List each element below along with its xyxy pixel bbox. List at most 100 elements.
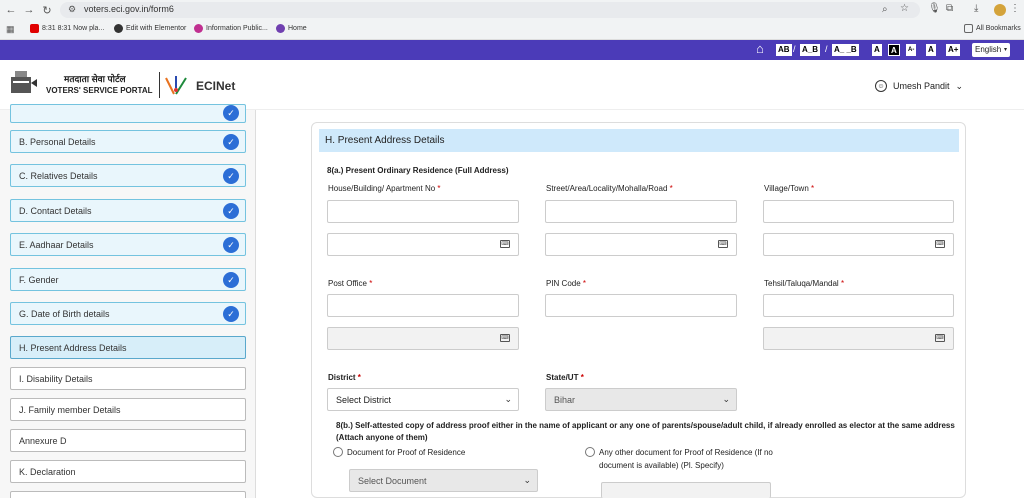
separator: / bbox=[825, 44, 828, 54]
site-info-icon[interactable]: ⚙ bbox=[68, 4, 76, 15]
sidebar-item-family[interactable]: J. Family member Details bbox=[10, 398, 246, 421]
font-btn-4[interactable]: A bbox=[872, 44, 882, 56]
subsection-a-title: 8(a.) Present Ordinary Residence (Full A… bbox=[327, 166, 509, 175]
post-office-label: Post Office * bbox=[328, 279, 373, 288]
pin-input[interactable] bbox=[545, 294, 737, 317]
street-input[interactable] bbox=[545, 200, 737, 223]
post-office-input[interactable] bbox=[327, 294, 519, 317]
bookmark-3[interactable]: Information Public... bbox=[194, 24, 268, 33]
profile-avatar[interactable] bbox=[994, 4, 1006, 16]
voters-portal-logo bbox=[7, 69, 39, 97]
user-menu[interactable]: ☺ Umesh Pandit ⌄ bbox=[875, 80, 963, 92]
district-select[interactable]: Select District ⌄ bbox=[327, 388, 519, 411]
tehsil-label: Tehsil/Taluqa/Mandal * bbox=[764, 279, 845, 288]
user-name: Umesh Pandit bbox=[893, 81, 950, 91]
subsection-b-title: 8(b.) Self-attested copy of address proo… bbox=[336, 421, 955, 430]
user-icon: ☺ bbox=[875, 80, 887, 92]
keyboard-icon[interactable]: ⌨ bbox=[718, 240, 728, 248]
keyboard-icon[interactable]: ⌨ bbox=[500, 240, 510, 248]
all-bookmarks[interactable]: All Bookmarks bbox=[964, 24, 1021, 33]
tehsil-regional-input[interactable]: ⌨ bbox=[763, 327, 954, 350]
check-icon: ✓ bbox=[223, 134, 239, 150]
url-text: voters.eci.gov.in/form6 bbox=[84, 4, 174, 14]
zoom-icon[interactable]: ⌕ bbox=[882, 4, 888, 15]
extensions-icon[interactable]: ⧉ bbox=[946, 3, 953, 14]
font-decrease[interactable]: A- bbox=[906, 44, 917, 56]
keyboard-icon[interactable]: ⌨ bbox=[500, 334, 510, 342]
sidebar-item-gender[interactable]: F. Gender ✓ bbox=[10, 268, 246, 291]
logo-hindi-text: मतदाता सेवा पोर्टल bbox=[64, 74, 126, 84]
sidebar-item-a[interactable]: ✓ bbox=[10, 104, 246, 123]
font-btn-3[interactable]: A_ _B bbox=[832, 44, 859, 56]
sidebar-item-contact[interactable]: D. Contact Details ✓ bbox=[10, 199, 246, 222]
house-label: House/Building/ Apartment No * bbox=[328, 184, 441, 193]
chevron-down-icon: ▾ bbox=[1003, 47, 1007, 53]
star-icon[interactable]: ☆ bbox=[900, 3, 909, 14]
bookmark-4[interactable]: Home bbox=[276, 24, 307, 33]
post-office-regional-input[interactable]: ⌨ bbox=[327, 327, 519, 350]
check-icon: ✓ bbox=[223, 203, 239, 219]
language-select[interactable]: English ▾ bbox=[972, 43, 1010, 57]
forward-icon[interactable]: → bbox=[22, 3, 36, 17]
accessibility-bar bbox=[0, 40, 1024, 60]
sidebar-item-dob[interactable]: G. Date of Birth details ✓ bbox=[10, 302, 246, 325]
check-icon: ✓ bbox=[223, 272, 239, 288]
youtube-icon bbox=[30, 24, 39, 33]
other-document-radio[interactable] bbox=[585, 447, 595, 457]
district-label: District * bbox=[328, 373, 361, 382]
keyboard-icon[interactable]: ⌨ bbox=[935, 334, 945, 342]
sidebar-item-relatives[interactable]: C. Relatives Details ✓ bbox=[10, 164, 246, 187]
chevron-down-icon: ⌄ bbox=[504, 394, 512, 404]
sidebar-item-next[interactable] bbox=[10, 491, 246, 498]
font-btn-2[interactable]: A_B bbox=[800, 44, 821, 56]
menu-icon[interactable]: ⋮ bbox=[1010, 3, 1020, 14]
sidebar-item-disability[interactable]: I. Disability Details bbox=[10, 367, 246, 390]
sidebar-item-present-address[interactable]: H. Present Address Details bbox=[10, 336, 246, 359]
street-label: Street/Area/Locality/Mohalla/Road * bbox=[546, 184, 673, 193]
village-input[interactable] bbox=[763, 200, 954, 223]
other-document-label-2: document is available) (Pl. Specify) bbox=[599, 461, 724, 470]
home-icon[interactable]: ⌂ bbox=[756, 42, 764, 56]
wordpress-icon bbox=[114, 24, 123, 33]
apps-icon[interactable]: ▦ bbox=[6, 24, 15, 35]
state-label: State/UT * bbox=[546, 373, 584, 382]
village-regional-input[interactable]: ⌨ bbox=[763, 233, 954, 256]
ecinet-logo bbox=[164, 74, 188, 96]
check-icon: ✓ bbox=[223, 105, 239, 121]
section-header: H. Present Address Details bbox=[319, 129, 959, 152]
document-select[interactable]: Select Document ⌄ bbox=[349, 469, 538, 492]
folder-icon bbox=[964, 24, 973, 33]
check-icon: ✓ bbox=[223, 306, 239, 322]
ecinet-title: ECINet bbox=[196, 79, 236, 93]
state-select[interactable]: Bihar ⌄ bbox=[545, 388, 737, 411]
address-bar[interactable] bbox=[60, 2, 920, 18]
sidebar-item-annexure-d[interactable]: Annexure D bbox=[10, 429, 246, 452]
sidebar-item-aadhaar[interactable]: E. Aadhaar Details ✓ bbox=[10, 233, 246, 256]
back-icon[interactable]: ← bbox=[4, 3, 18, 17]
tehsil-input[interactable] bbox=[763, 294, 954, 317]
download-icon[interactable]: ⤓ bbox=[974, 3, 978, 14]
font-normal[interactable]: A bbox=[926, 44, 936, 56]
site-header bbox=[0, 60, 1024, 110]
keyboard-icon[interactable]: ⌨ bbox=[935, 240, 945, 248]
mic-icon[interactable]: 🎙 bbox=[928, 3, 941, 14]
house-input[interactable] bbox=[327, 200, 519, 223]
sidebar-item-personal[interactable]: B. Personal Details ✓ bbox=[10, 130, 246, 153]
bookmark-1[interactable]: 8:31 8:31 Now pla... bbox=[30, 24, 104, 33]
chevron-down-icon: ⌄ bbox=[722, 394, 730, 404]
separator: / bbox=[793, 44, 796, 54]
font-btn-1[interactable]: AB bbox=[776, 44, 792, 56]
chevron-down-icon: ⌄ bbox=[955, 80, 964, 91]
info-icon bbox=[194, 24, 203, 33]
street-regional-input[interactable]: ⌨ bbox=[545, 233, 737, 256]
bookmark-2[interactable]: Edit with Elementor bbox=[114, 24, 186, 33]
check-icon: ✓ bbox=[223, 237, 239, 253]
house-regional-input[interactable]: ⌨ bbox=[327, 233, 519, 256]
other-document-input[interactable] bbox=[601, 482, 771, 498]
sidebar-item-declaration[interactable]: K. Declaration bbox=[10, 460, 246, 483]
reload-icon[interactable]: ↻ bbox=[40, 3, 54, 17]
proof-of-residence-label: Document for Proof of Residence bbox=[347, 448, 466, 457]
font-btn-5[interactable]: A bbox=[888, 44, 900, 56]
font-increase[interactable]: A+ bbox=[946, 44, 961, 56]
proof-of-residence-radio[interactable] bbox=[333, 447, 343, 457]
